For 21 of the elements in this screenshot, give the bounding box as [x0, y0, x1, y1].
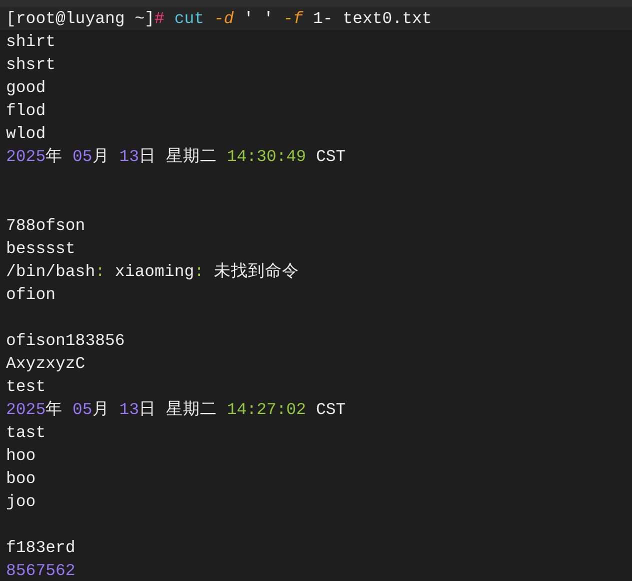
output-line: ofion — [6, 284, 56, 306]
output-line: flod — [6, 100, 46, 122]
output-line: test — [6, 376, 46, 398]
output-line: 2025年 05月 13 日 星期二 14:27:02 CST — [6, 399, 346, 421]
output-line: tast — [6, 422, 46, 444]
output-line: f183erd — [6, 537, 76, 559]
output-line: hoo — [6, 445, 36, 467]
output-line: shsrt — [6, 54, 56, 76]
output-line: good — [6, 77, 46, 99]
output-line: AxyzxyzC — [6, 353, 86, 375]
output-line: besssst — [6, 238, 76, 260]
output-line: 8567562 — [6, 560, 76, 581]
output-line: 788ofson — [6, 215, 86, 237]
output-line: ofison183856 — [6, 330, 125, 352]
output-line: boo — [6, 468, 36, 490]
command-line: [root@luyang ~]# cut -d ' ' -f 1- text0.txt — [6, 8, 432, 30]
output-line: joo — [6, 491, 36, 513]
output-line: /bin/bash: xiaoming: 未找到命令 — [6, 261, 299, 283]
output-line: shirt — [6, 31, 56, 53]
output-line: 2025年 05月 13 日 星期二 14:30:49 CST — [6, 146, 346, 168]
output-line: wlod — [6, 123, 46, 145]
